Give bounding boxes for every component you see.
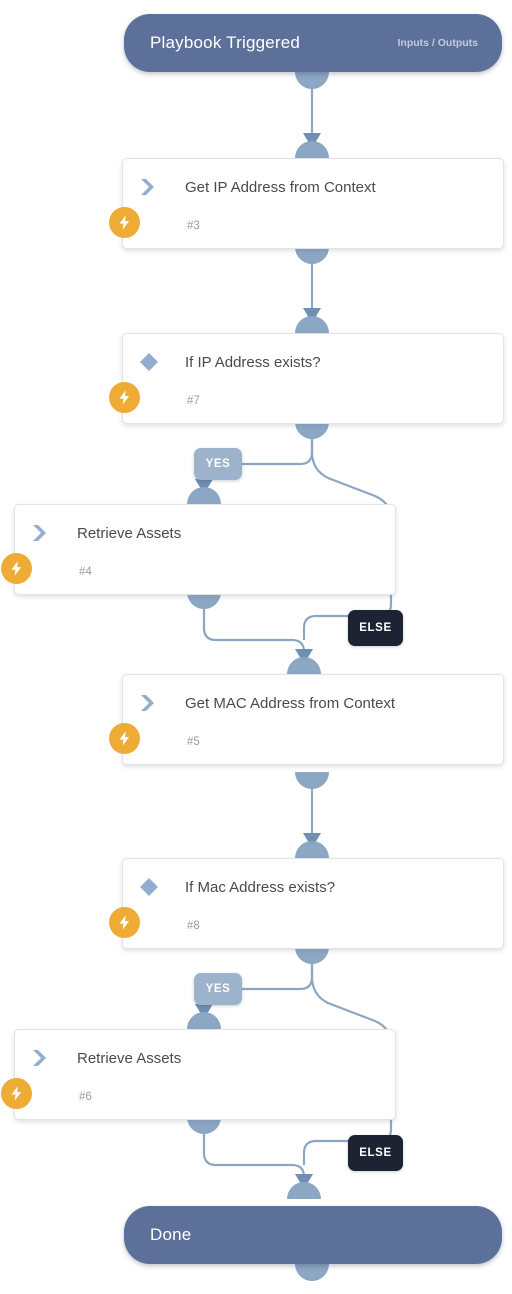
node-number: #7 xyxy=(187,395,200,407)
node-if-ip-address-exists[interactable]: If IP Address exists? #7 xyxy=(109,333,504,424)
node-retrieve-assets-4[interactable]: Retrieve Assets #4 xyxy=(1,504,396,595)
node-number: #4 xyxy=(79,566,92,578)
automation-bolt-icon xyxy=(109,382,140,413)
diamond-icon xyxy=(137,875,161,899)
out-stub-start xyxy=(295,72,329,89)
automation-bolt-icon xyxy=(1,553,32,584)
node-done[interactable]: Done xyxy=(124,1206,502,1264)
out-stub-end xyxy=(295,1264,329,1281)
node-retrieve-assets-6[interactable]: Retrieve Assets #6 xyxy=(1,1029,396,1120)
start-node-title: Playbook Triggered xyxy=(150,33,301,52)
node-playbook-triggered[interactable]: Playbook Triggered Inputs / Outputs xyxy=(124,14,502,72)
node-title: Get MAC Address from Context xyxy=(185,695,396,712)
node-title: Get IP Address from Context xyxy=(185,179,376,196)
playbook-canvas: .ln { fill: none; stroke: #8ca7c4; strok… xyxy=(0,0,512,1294)
double-chevron-right-icon xyxy=(137,175,161,199)
automation-bolt-icon xyxy=(109,723,140,754)
automation-bolt-icon xyxy=(109,207,140,238)
node-get-ip-address-from-context[interactable]: Get IP Address from Context #3 xyxy=(109,158,504,249)
node-number: #8 xyxy=(187,920,200,932)
in-stub-n3 xyxy=(295,141,329,158)
branch-label-yes-2[interactable]: YES xyxy=(194,973,242,1005)
automation-bolt-icon xyxy=(1,1078,32,1109)
node-number: #6 xyxy=(79,1091,92,1103)
double-chevron-right-icon xyxy=(29,521,53,545)
node-title: Retrieve Assets xyxy=(77,1050,182,1067)
node-if-mac-address-exists[interactable]: If Mac Address exists? #8 xyxy=(109,858,504,949)
node-title: If IP Address exists? xyxy=(185,354,321,371)
branch-label-yes-1[interactable]: YES xyxy=(194,448,242,480)
node-title: If Mac Address exists? xyxy=(185,879,336,896)
diamond-icon xyxy=(137,350,161,374)
automation-bolt-icon xyxy=(109,907,140,938)
double-chevron-right-icon xyxy=(29,1046,53,1070)
branch-label-else-2[interactable]: ELSE xyxy=(348,1135,403,1171)
double-chevron-right-icon xyxy=(137,691,161,715)
node-number: #5 xyxy=(187,736,200,748)
node-number: #3 xyxy=(187,220,200,232)
node-title: Retrieve Assets xyxy=(77,525,182,542)
inputs-outputs-label: Inputs / Outputs xyxy=(397,37,479,49)
node-get-mac-address-from-context[interactable]: Get MAC Address from Context #5 xyxy=(109,674,504,765)
branch-label-else-1[interactable]: ELSE xyxy=(348,610,403,646)
end-node-title: Done xyxy=(150,1225,192,1244)
